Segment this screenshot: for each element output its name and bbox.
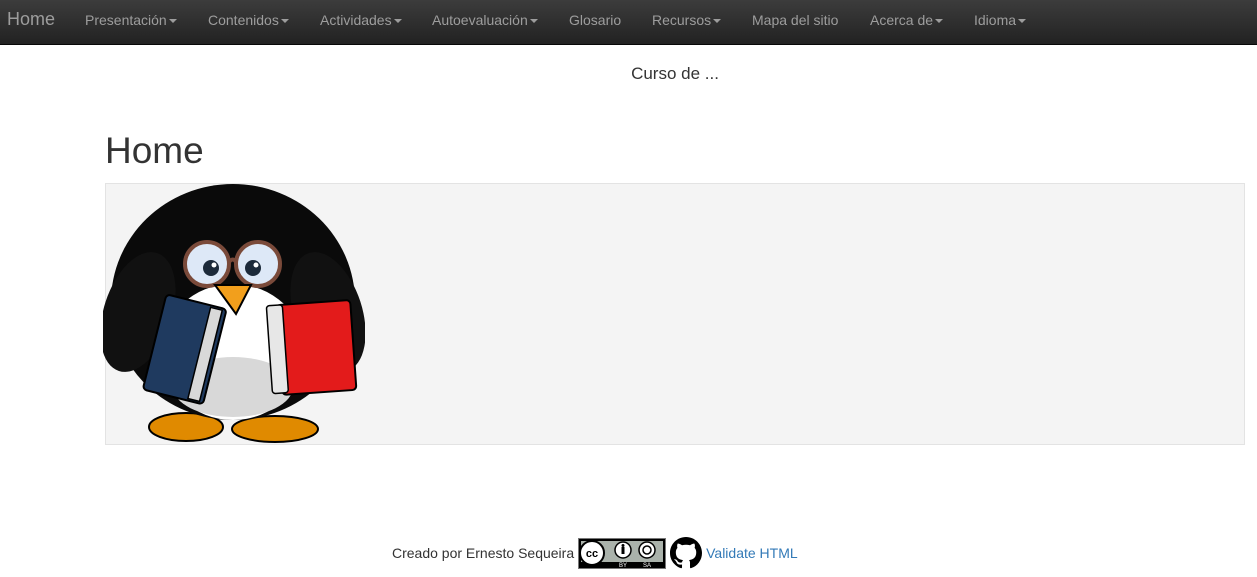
validate-html-link[interactable]: Validate HTML <box>706 545 798 561</box>
nav-item-label: Recursos <box>652 12 712 28</box>
nav-recursos[interactable]: Recursos <box>652 12 722 28</box>
top-navbar: Home Presentación Contenidos Actividades… <box>0 0 1257 45</box>
caret-down-icon <box>168 19 177 24</box>
footer: Creado por Ernesto Sequeira cc BY SA Val… <box>392 537 798 569</box>
nav-acerca-de[interactable]: Acerca de <box>870 12 944 28</box>
nav-idioma[interactable]: Idioma <box>974 12 1027 28</box>
nav-mapa-del-sitio[interactable]: Mapa del sitio <box>752 12 838 28</box>
svg-text:cc: cc <box>586 548 598 560</box>
nav-contenidos[interactable]: Contenidos <box>208 12 289 28</box>
cc-by-sa-icon[interactable]: cc BY SA <box>578 537 667 569</box>
caret-down-icon <box>393 19 402 24</box>
caret-down-icon <box>935 19 944 24</box>
footer-author-text: Creado por Ernesto Sequeira <box>392 545 575 561</box>
caret-down-icon <box>280 19 289 24</box>
nav-presentacion[interactable]: Presentación <box>85 12 177 28</box>
nav-item-label: Idioma <box>974 12 1017 28</box>
nav-autoevaluacion[interactable]: Autoevaluación <box>432 12 538 28</box>
nav-actividades[interactable]: Actividades <box>320 12 402 28</box>
nav-item-label: Autoevaluación <box>432 12 528 28</box>
cc-by-label: BY <box>619 563 627 569</box>
nav-item-label: Acerca de <box>870 12 934 28</box>
brand-home-link[interactable]: Home <box>7 9 55 30</box>
caret-down-icon <box>529 19 538 24</box>
nav-glosario[interactable]: Glosario <box>569 12 621 28</box>
tux-penguin-with-books-icon <box>103 184 365 443</box>
nav-item-label: Presentación <box>85 12 167 28</box>
github-icon[interactable] <box>670 537 703 569</box>
page-title: Home <box>105 130 204 171</box>
caret-down-icon <box>713 19 722 24</box>
nav-item-label: Mapa del sitio <box>752 12 839 28</box>
nav-item-label: Glosario <box>569 12 622 28</box>
caret-down-icon <box>1018 19 1027 24</box>
nav-item-label: Actividades <box>320 12 392 28</box>
nav-item-label: Contenidos <box>208 12 279 28</box>
cc-sa-label: SA <box>643 563 651 569</box>
course-title: Curso de ... <box>631 64 719 83</box>
